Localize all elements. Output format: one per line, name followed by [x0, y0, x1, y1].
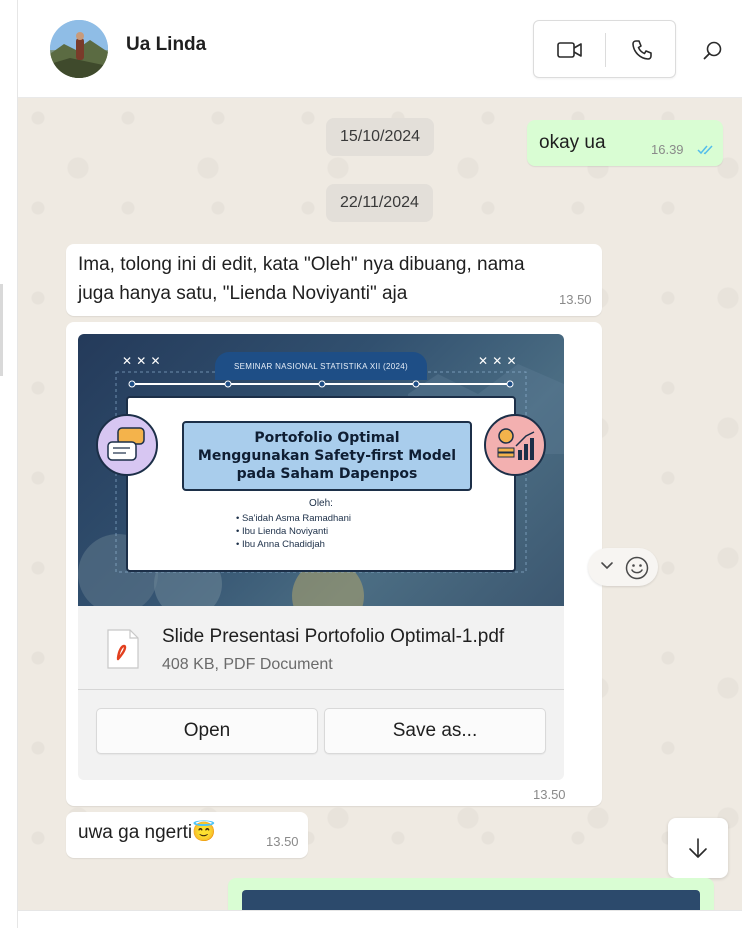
message-text: okay ua	[539, 132, 606, 153]
open-button[interactable]: Open	[96, 708, 318, 754]
message-time: 16.39	[651, 142, 684, 157]
document-card[interactable]: SEMINAR NASIONAL STATISTIKA XII (2024) ✕…	[78, 334, 564, 780]
scroll-to-bottom-button[interactable]	[668, 818, 728, 878]
slide-title-line: Portofolio Optimal	[254, 430, 400, 446]
message-line: Ima, tolong ini di edit, kata "Oleh" nya…	[78, 254, 525, 275]
video-camera-icon	[556, 42, 582, 58]
voice-call-button[interactable]	[606, 21, 677, 79]
slide-author: • Ibu Anna Chadidjah	[236, 539, 325, 550]
slide-title-line: pada Saham Dapenpos	[236, 466, 418, 482]
contact-name: Ua Linda	[126, 34, 207, 55]
message-time: 13.50	[533, 787, 566, 802]
incoming-message[interactable]: Ima, tolong ini di edit, kata "Oleh" nya…	[66, 244, 602, 316]
slide-title-box: Portofolio Optimal Menggunakan Safety-fi…	[182, 421, 472, 491]
image-preview[interactable]	[242, 890, 700, 910]
phone-icon	[631, 40, 652, 60]
call-button-group	[533, 20, 676, 78]
message-time: 13.50	[559, 292, 592, 307]
message-text: uwa ga ngerti😇	[78, 822, 216, 843]
bottom-bar	[18, 910, 742, 928]
slide-by-label: Oleh:	[309, 498, 333, 509]
slide-title-line: Menggunakan Safety-first Model	[197, 448, 457, 464]
chat-header: Ua Linda	[18, 0, 742, 98]
chat-area[interactable]: 15/10/2024 okay ua 16.39 22/11/2024 Ima,…	[18, 98, 742, 910]
search-button[interactable]	[698, 36, 728, 66]
search-icon	[703, 41, 722, 60]
video-call-button[interactable]	[534, 21, 605, 79]
save-as-button[interactable]: Save as...	[324, 708, 546, 754]
pdf-file-icon	[107, 629, 139, 669]
chat-bubble-badge-icon	[96, 414, 158, 476]
emoji-icon[interactable]	[624, 555, 650, 581]
message-text: Ima, tolong ini di edit, kata "Oleh" nya…	[78, 250, 525, 308]
incoming-document-message[interactable]: SEMINAR NASIONAL STATISTIKA XII (2024) ✕…	[66, 322, 602, 806]
resize-handle[interactable]	[0, 284, 3, 376]
slide-author: • Sa'idah Asma Ramadhani	[236, 513, 351, 524]
outgoing-message[interactable]: okay ua 16.39	[527, 120, 723, 166]
slide-author-list: • Sa'idah Asma Ramadhani • Ibu Lienda No…	[236, 512, 351, 551]
file-name: Slide Presentasi Portofolio Optimal-1.pd…	[162, 626, 505, 647]
svg-text:✕ ✕ ✕: ✕ ✕ ✕	[122, 354, 161, 368]
finance-chart-badge-icon	[484, 414, 546, 476]
message-time: 13.50	[266, 834, 299, 849]
left-strip	[0, 0, 18, 928]
date-chip: 15/10/2024	[326, 118, 435, 156]
svg-text:✕ ✕ ✕: ✕ ✕ ✕	[478, 354, 517, 368]
date-chip: 22/11/2024	[326, 184, 433, 222]
slide-timeline	[128, 380, 514, 388]
double-check-icon	[697, 145, 713, 155]
file-meta: 408 KB, PDF Document	[162, 656, 333, 673]
incoming-message[interactable]: uwa ga ngerti😇 13.50	[66, 812, 308, 858]
slide-x-marks: ✕ ✕ ✕ ✕ ✕ ✕	[122, 354, 517, 368]
avatar[interactable]	[50, 20, 108, 78]
slide-author: • Ibu Lienda Noviyanti	[236, 526, 329, 537]
arrow-down-icon	[689, 838, 707, 858]
reaction-pill[interactable]	[588, 548, 658, 586]
document-thumbnail[interactable]: SEMINAR NASIONAL STATISTIKA XII (2024) ✕…	[78, 334, 564, 606]
slide-content-box: Portofolio Optimal Menggunakan Safety-fi…	[126, 396, 516, 572]
chevron-down-icon[interactable]	[600, 561, 614, 571]
file-info-row: Slide Presentasi Portofolio Optimal-1.pd…	[78, 606, 564, 690]
outgoing-image-message[interactable]	[228, 878, 714, 910]
message-line: juga hanya satu, "Lienda Noviyanti" aja	[78, 283, 408, 304]
